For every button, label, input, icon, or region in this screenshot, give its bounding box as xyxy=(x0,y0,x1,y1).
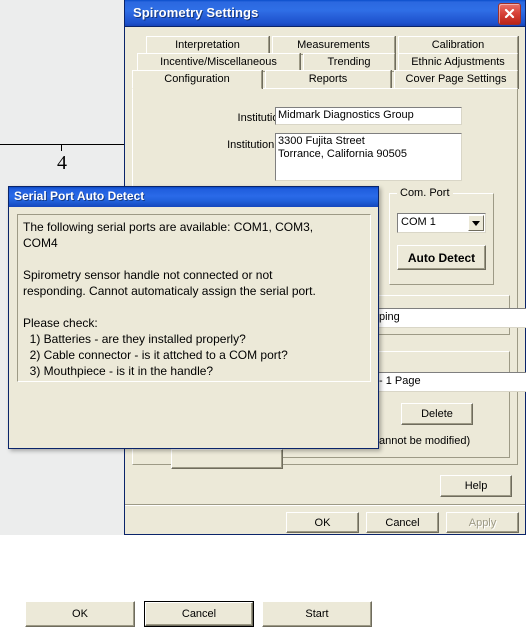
dialog-message-line: 3) Mouthpiece - is it in the handle? xyxy=(23,364,214,378)
settings-titlebar: Spirometry Settings xyxy=(125,0,525,27)
dialog-message-line: 1) Batteries - are they installed proper… xyxy=(23,332,246,346)
dialog-message-box: The following serial ports are available… xyxy=(17,214,371,382)
cancel-button[interactable]: Cancel xyxy=(366,512,439,533)
dialog-ok-button[interactable]: OK xyxy=(25,601,135,627)
close-icon[interactable] xyxy=(498,3,521,25)
chart-axis-tick xyxy=(61,144,62,151)
dialog-title: Serial Port Auto Detect xyxy=(14,189,145,203)
dialog-message-line: COM4 xyxy=(23,236,58,250)
dialog-cancel-button[interactable]: Cancel xyxy=(144,601,254,627)
dialog-message-line: The following serial ports are available… xyxy=(23,220,314,234)
com-port-groupbox: Com. Port xyxy=(389,187,494,285)
dialog-titlebar: Serial Port Auto Detect xyxy=(9,187,378,207)
dialog-message-line xyxy=(23,299,365,315)
institution-address-line-1: 3300 Fujita Street xyxy=(278,135,365,147)
tab-configuration[interactable]: Configuration xyxy=(132,70,262,89)
institution-address-input[interactable]: 3300 Fujita Street Torrance, California … xyxy=(275,133,462,181)
auto-detect-button-label: Auto Detect xyxy=(407,250,476,265)
dialog-message-line: Spirometry sensor handle not connected o… xyxy=(23,268,273,282)
ok-button-label: OK xyxy=(314,516,331,529)
chart-axis-line xyxy=(0,144,124,145)
delete-button-label: Delete xyxy=(421,408,453,420)
report-layout-selected-value: - 1 Page xyxy=(379,375,421,387)
graph-type-select[interactable]: ping xyxy=(375,308,526,328)
dialog-message-line: 2) Cable connector - is it attched to a … xyxy=(23,348,288,362)
institution-name-value: Midmark Diagnostics Group xyxy=(278,109,414,121)
apply-button: Apply xyxy=(446,512,519,533)
institution-address-line-2: Torrance, California 90505 xyxy=(278,148,408,160)
cannot-be-modified-note: annot be modified) xyxy=(379,435,471,447)
dialog-message-line: responding. Cannot automaticaly assign t… xyxy=(23,284,316,298)
dialog-message-line xyxy=(23,251,365,267)
settings-window-title: Spirometry Settings xyxy=(133,5,259,20)
com-port-group-title: Com. Port xyxy=(397,187,453,199)
dialog-message-line: Please check: xyxy=(23,316,98,330)
graph-type-selected-value: ping xyxy=(379,311,400,323)
dialog-ok-button-label: OK xyxy=(72,608,88,620)
com-port-selected-value: COM 1 xyxy=(401,216,436,228)
cancel-button-label: Cancel xyxy=(385,516,420,529)
tab-row-3: Configuration Reports Cover Page Setting… xyxy=(132,70,518,89)
chart-axis-tick-label: 4 xyxy=(57,152,67,174)
tab-reports[interactable]: Reports xyxy=(265,70,391,89)
institution-name-input[interactable]: Midmark Diagnostics Group xyxy=(275,107,462,125)
dialog-start-button-label: Start xyxy=(305,608,329,620)
apply-button-label: Apply xyxy=(468,516,497,529)
chevron-down-icon[interactable] xyxy=(468,215,484,231)
com-port-select[interactable]: COM 1 xyxy=(397,213,486,233)
tab-cover-page-settings[interactable]: Cover Page Settings xyxy=(394,70,518,89)
report-layout-select[interactable]: - 1 Page xyxy=(375,372,526,392)
footer-separator xyxy=(125,504,525,506)
obscured-button[interactable] xyxy=(171,449,283,469)
ok-button[interactable]: OK xyxy=(286,512,359,533)
help-button-label: Help xyxy=(464,480,488,492)
dialog-cancel-button-label: Cancel xyxy=(181,608,217,620)
auto-detect-button[interactable]: Auto Detect xyxy=(397,245,486,270)
serial-port-auto-detect-dialog: Serial Port Auto Detect The following se… xyxy=(8,186,379,627)
help-button[interactable]: Help xyxy=(440,475,512,497)
dialog-start-button[interactable]: Start xyxy=(262,601,372,627)
delete-button[interactable]: Delete xyxy=(401,403,473,425)
